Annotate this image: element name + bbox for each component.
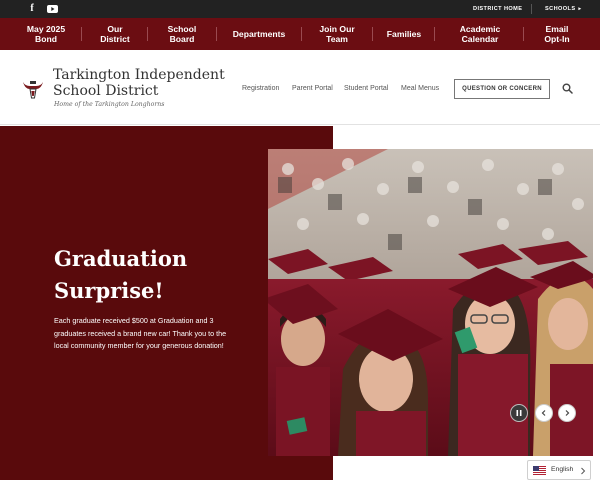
nav-item-families[interactable]: Families <box>376 18 432 50</box>
chevron-right-icon <box>581 467 586 475</box>
pause-icon <box>516 410 522 416</box>
nav-item-may-2025-bond[interactable]: May 2025 Bond <box>14 18 78 50</box>
nav-label-line1: Departments <box>232 28 286 39</box>
schools-label: SCHOOLS <box>545 6 576 12</box>
nav-separator <box>434 27 435 41</box>
hero-title-line2: Surprise! <box>54 278 164 303</box>
nav-label-line1: Academic <box>459 23 501 34</box>
youtube-icon[interactable] <box>45 0 59 18</box>
site-header: Tarkington Independent School District Ho… <box>0 50 600 125</box>
facebook-icon[interactable]: f <box>26 0 38 18</box>
meal-menus-link[interactable]: Meal Menus <box>401 85 439 92</box>
nav-label-line2: Board <box>169 34 195 44</box>
nav-label-line1: School <box>167 23 197 34</box>
registration-link[interactable]: Registration <box>242 85 279 92</box>
nav-label-line2: District <box>100 34 130 44</box>
nav-item-academic-calendar[interactable]: Academic Calendar <box>440 18 520 50</box>
nav-label-line2: Bond <box>35 34 57 44</box>
us-flag-icon <box>533 466 546 475</box>
utility-bar: f DISTRICT HOME SCHOOLS ▸ <box>0 0 600 18</box>
nav-label-line1: Families <box>386 28 422 39</box>
language-selector[interactable]: English <box>527 460 591 480</box>
nav-item-join-our-team[interactable]: Join Our Team <box>305 18 369 50</box>
previous-slide-button[interactable] <box>535 404 553 422</box>
nav-separator <box>216 27 217 41</box>
nav-separator <box>372 27 373 41</box>
parent-portal-link[interactable]: Parent Portal <box>292 85 333 92</box>
nav-label-line1: May 2025 <box>26 23 66 34</box>
district-name-link[interactable]: Tarkington Independent School District <box>53 67 233 99</box>
hero-title-line1: Graduation <box>54 246 188 271</box>
utility-divider <box>531 4 532 14</box>
hero-title: Graduation Surprise! <box>54 243 264 307</box>
nav-item-departments[interactable]: Departments <box>220 18 298 50</box>
chevron-left-icon <box>541 410 546 416</box>
pause-slideshow-button[interactable] <box>510 404 528 422</box>
nav-item-our-district[interactable]: Our District <box>86 18 144 50</box>
nav-separator <box>81 27 82 41</box>
nav-label-line2: Calendar <box>461 34 499 44</box>
district-tagline: Home of the Tarkington Longhorns <box>54 101 165 108</box>
longhorn-logo-icon[interactable] <box>22 78 44 100</box>
search-icon[interactable] <box>562 83 573 94</box>
question-or-concern-button[interactable]: QUESTION OR CONCERN <box>454 79 550 99</box>
chevron-right-icon <box>565 410 570 416</box>
nav-separator <box>523 27 524 41</box>
hero-description: Each graduate received $500 at Graduatio… <box>54 316 227 350</box>
caret-right-icon: ▸ <box>578 6 582 12</box>
nav-label-line2: Team <box>326 34 348 44</box>
nav-separator <box>301 27 302 41</box>
nav-label-line1: Our <box>107 23 123 34</box>
nav-separator <box>147 27 148 41</box>
schools-dropdown[interactable]: SCHOOLS ▸ <box>545 0 581 18</box>
main-nav: May 2025 Bond Our District School Board Dep… <box>0 18 600 50</box>
district-home-link[interactable]: DISTRICT HOME <box>473 0 522 18</box>
student-portal-link[interactable]: Student Portal <box>344 85 388 92</box>
nav-label-line1: Email <box>545 23 569 34</box>
nav-label-line2: Opt-In <box>544 34 570 44</box>
next-slide-button[interactable] <box>558 404 576 422</box>
nav-item-email-opt-in[interactable]: Email Opt-In <box>528 18 586 50</box>
nav-item-school-board[interactable]: School Board <box>152 18 212 50</box>
district-name-line2: School District <box>53 83 159 99</box>
language-label: English <box>551 466 574 473</box>
nav-label-line1: Join Our <box>319 23 355 34</box>
district-name-line1: Tarkington Independent <box>53 67 225 83</box>
